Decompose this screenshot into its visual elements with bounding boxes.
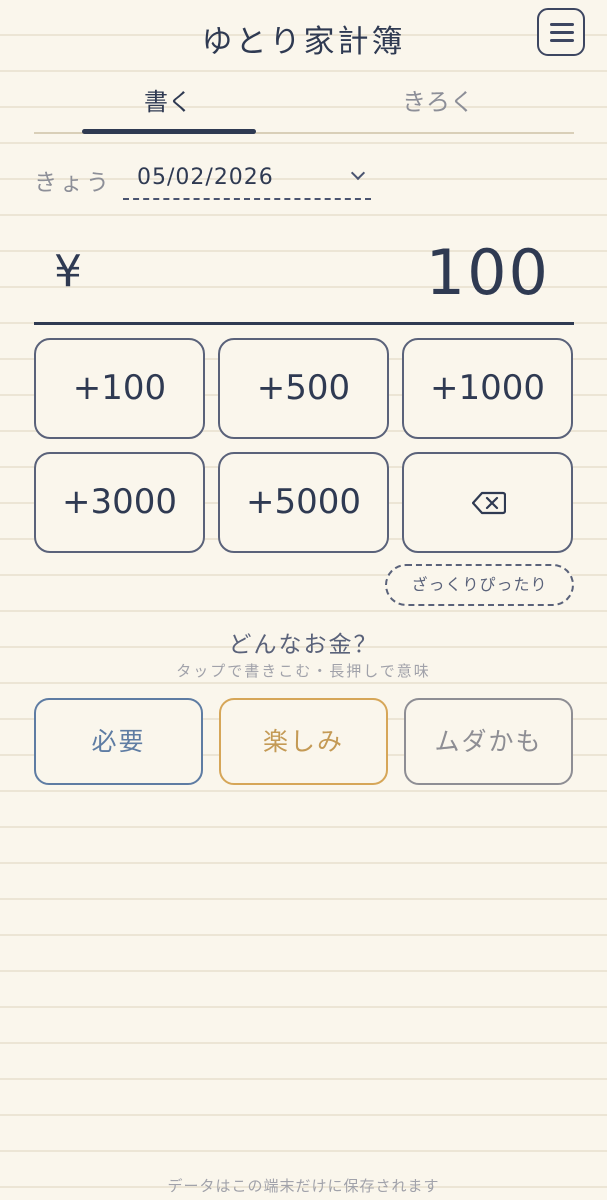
add-100-button[interactable]: +100 (34, 338, 205, 439)
tab-write[interactable]: 書く (34, 80, 302, 132)
active-tab-indicator (82, 129, 256, 134)
tab-bar: 書く きろく (34, 80, 574, 136)
app-title: ゆとり家計簿 (201, 24, 406, 60)
add-1000-button[interactable]: +1000 (402, 338, 573, 439)
app-header: ゆとり家計簿 (0, 0, 607, 78)
storage-notice: データはこの端末だけに保存されます (167, 1177, 440, 1195)
category-question: どんなお金？ (228, 632, 379, 658)
backspace-button[interactable] (402, 452, 573, 553)
add-3000-button[interactable]: +3000 (34, 452, 205, 553)
add-5000-button[interactable]: +5000 (218, 452, 389, 553)
currency-symbol: ¥ (54, 246, 82, 297)
date-label: きょう (34, 170, 112, 196)
amount-display: ¥ 100 (34, 232, 574, 325)
rough-exact-toggle-button[interactable]: ざっくりぴったり (385, 564, 574, 606)
amount-value: 100 (425, 236, 550, 309)
category-waste-button[interactable]: ムダかも (404, 698, 573, 785)
add-500-button[interactable]: +500 (218, 338, 389, 439)
date-value: 05/02/2026 (137, 165, 274, 190)
chevron-down-icon (350, 165, 366, 181)
category-need-button[interactable]: 必要 (34, 698, 203, 785)
menu-button[interactable] (537, 8, 585, 56)
category-fun-button[interactable]: 楽しみ (219, 698, 388, 785)
date-select[interactable]: 05/02/2026 (123, 158, 371, 200)
tab-records[interactable]: きろく (302, 80, 574, 132)
category-hint: タップで書きこむ・長押しで意味 (176, 662, 431, 680)
backspace-icon (472, 491, 506, 515)
